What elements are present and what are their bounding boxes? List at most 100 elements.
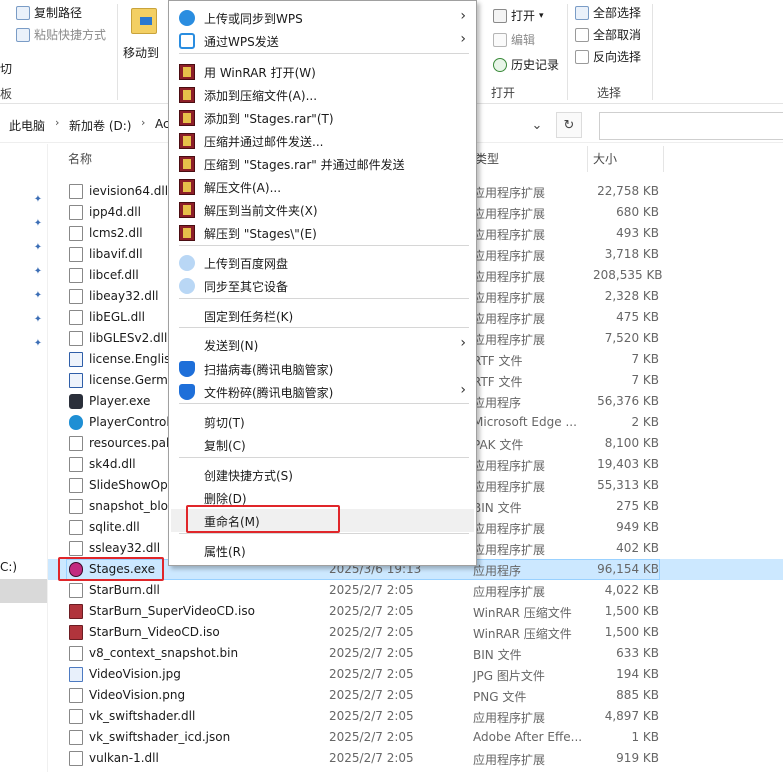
menu-item[interactable]: 解压到 "Stages\"(E) — [171, 221, 474, 244]
menu-item[interactable]: 压缩并通过邮件发送... — [171, 129, 474, 152]
chevron-down-icon[interactable]: ⌄ — [524, 112, 550, 138]
nav-selected-item[interactable] — [0, 579, 47, 603]
menu-item[interactable]: 同步至其它设备 — [171, 274, 474, 297]
file-type: 应用程序扩展 — [473, 459, 546, 473]
menu-item-label: 解压文件(A)... — [204, 181, 282, 195]
file-doc-icon — [69, 373, 83, 388]
pin-icon[interactable]: ✦ — [33, 266, 43, 278]
file-size: 1 KB — [631, 730, 659, 744]
edit-button[interactable]: 编辑 — [493, 31, 535, 48]
select-none-button[interactable]: 全部取消 — [575, 26, 641, 43]
menu-item[interactable]: 发送到(N) › — [171, 333, 474, 356]
open-button[interactable]: 打开 ▾ — [493, 7, 544, 24]
search-input[interactable] — [599, 112, 783, 140]
winrar-icon — [179, 179, 195, 195]
move-to-button[interactable]: 移动到 — [123, 4, 163, 64]
copy-path-button[interactable]: 复制路径 — [16, 4, 82, 21]
select-none-icon — [575, 27, 589, 42]
chevron-right-icon[interactable]: › — [55, 116, 59, 129]
winrar-icon — [179, 202, 195, 218]
copy-path-icon — [16, 5, 30, 20]
file-name: ievision64.dll — [89, 184, 169, 198]
file-row[interactable]: vk_swiftshader.dll 2025/2/7 2:05 应用程序扩展 4,8… — [48, 706, 783, 727]
invert-selection-button[interactable]: 反向选择 — [575, 48, 641, 65]
menu-item[interactable]: 创建快捷方式(S) — [171, 463, 474, 486]
file-name: SlideShowOpe — [89, 478, 176, 492]
chevron-right-icon: › — [460, 31, 466, 47]
menu-item[interactable]: 固定到任务栏(K) — [171, 304, 474, 327]
file-name: libavif.dll — [89, 247, 143, 261]
file-size: 4,897 KB — [604, 709, 659, 723]
file-type: 应用程序扩展 — [473, 333, 546, 347]
file-row[interactable]: VideoVision.png 2025/2/7 2:05 PNG 文件 885 KB — [48, 685, 783, 706]
nav-drive-c[interactable]: C:) — [0, 560, 17, 574]
file-type: RTF 文件 — [473, 354, 523, 368]
paste-shortcut-button[interactable]: 粘贴快捷方式 — [16, 26, 106, 43]
column-header-type[interactable]: 类型 — [475, 150, 499, 167]
menu-item[interactable]: 文件粉碎(腾讯电脑管家) › — [171, 380, 474, 403]
menu-item[interactable]: 上传到百度网盘 — [171, 251, 474, 274]
pin-icon[interactable]: ✦ — [33, 290, 43, 302]
refresh-icon[interactable]: ↻ — [556, 112, 582, 138]
file-name: PlayerControl — [89, 415, 170, 429]
file-type: 应用程序扩展 — [473, 207, 546, 221]
column-header-name[interactable]: 名称 — [68, 150, 92, 167]
file-dll-icon — [69, 289, 83, 304]
file-dll-icon — [69, 478, 83, 493]
file-dll-icon — [69, 520, 83, 535]
winrar-icon — [179, 133, 195, 149]
file-type: Microsoft Edge ... — [473, 415, 577, 429]
file-date: 2025/2/7 2:05 — [329, 583, 414, 597]
menu-item[interactable]: 属性(R) — [171, 539, 474, 562]
file-type: RTF 文件 — [473, 375, 523, 389]
column-divider[interactable] — [663, 146, 664, 172]
file-name: lcms2.dll — [89, 226, 143, 240]
file-size: 949 KB — [616, 520, 659, 534]
chevron-right-icon[interactable]: › — [141, 116, 145, 129]
file-row[interactable]: StarBurn.dll 2025/2/7 2:05 应用程序扩展 4,022 KB — [48, 580, 783, 601]
file-dll-icon — [69, 709, 83, 724]
file-row[interactable]: StarBurn_SuperVideoCD.iso 2025/2/7 2:05 Wi… — [48, 601, 783, 622]
column-header-size[interactable]: 大小 — [593, 150, 617, 167]
menu-item-label: 解压到 "Stages\"(E) — [204, 227, 317, 241]
file-row[interactable]: VideoVision.jpg 2025/2/7 2:05 JPG 图片文件 194 … — [48, 664, 783, 685]
file-date: 2025/2/7 2:05 — [329, 688, 414, 702]
menu-item[interactable]: 通过WPS发送 › — [171, 29, 474, 52]
pin-icon[interactable]: ✦ — [33, 314, 43, 326]
pin-icon[interactable]: ✦ — [33, 242, 43, 254]
file-dll-icon — [69, 268, 83, 283]
menu-item[interactable]: 复制(C) — [171, 433, 474, 456]
pin-icon[interactable]: ✦ — [33, 194, 43, 206]
file-row[interactable]: StarBurn_VideoCD.iso 2025/2/7 2:05 WinRAR … — [48, 622, 783, 643]
pin-icon[interactable]: ✦ — [33, 338, 43, 350]
file-dll-icon — [69, 646, 83, 661]
menu-item-label: 压缩到 "Stages.rar" 并通过邮件发送 — [204, 158, 405, 172]
file-row[interactable]: vulkan-1.dll 2025/2/7 2:05 应用程序扩展 919 KB — [48, 748, 783, 769]
menu-item[interactable]: 压缩到 "Stages.rar" 并通过邮件发送 — [171, 152, 474, 175]
pin-icon[interactable]: ✦ — [33, 218, 43, 230]
file-dll-icon — [69, 436, 83, 451]
menu-item[interactable]: 解压文件(A)... — [171, 175, 474, 198]
menu-item[interactable]: 用 WinRAR 打开(W) — [171, 60, 474, 83]
file-name: libcef.dll — [89, 268, 139, 282]
menu-item[interactable]: 添加到压缩文件(A)... — [171, 83, 474, 106]
file-row[interactable]: vk_swiftshader_icd.json 2025/2/7 2:05 Adob… — [48, 727, 783, 748]
menu-item[interactable]: 解压到当前文件夹(X) — [171, 198, 474, 221]
baidu-icon — [179, 278, 195, 294]
breadcrumb-this-pc[interactable]: 此电脑 — [9, 117, 45, 134]
history-button[interactable]: 历史记录 — [493, 56, 559, 73]
file-dll-icon — [69, 205, 83, 220]
column-divider[interactable] — [587, 146, 588, 172]
file-row[interactable]: v8_context_snapshot.bin 2025/2/7 2:05 BIN … — [48, 643, 783, 664]
menu-item[interactable]: 剪切(T) — [171, 410, 474, 433]
breadcrumb-drive-d[interactable]: 新加卷 (D:) — [69, 117, 131, 134]
menu-item[interactable]: 添加到 "Stages.rar"(T) — [171, 106, 474, 129]
menu-item[interactable]: 扫描病毒(腾讯电脑管家) — [171, 357, 474, 380]
file-type: WinRAR 压缩文件 — [473, 627, 572, 641]
file-type: BIN 文件 — [473, 501, 522, 515]
file-name: vk_swiftshader.dll — [89, 709, 196, 723]
menu-item[interactable]: 上传或同步到WPS › — [171, 6, 474, 29]
history-icon — [493, 57, 507, 72]
file-size: 7 KB — [631, 352, 659, 366]
select-all-button[interactable]: 全部选择 — [575, 4, 641, 21]
